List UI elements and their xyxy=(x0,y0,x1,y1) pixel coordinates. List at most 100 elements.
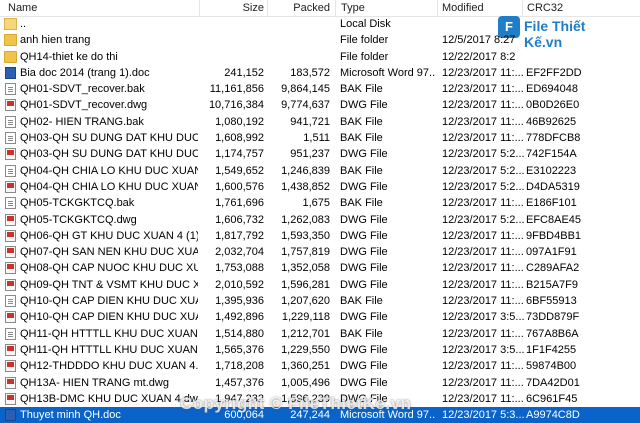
file-row[interactable]: QH11-QH HTTTLL KHU DUC XUAN 4. 1,565,376 1… xyxy=(0,342,640,358)
file-name: QH03-QH SU DUNG DAT KHU DUC X... xyxy=(20,132,198,145)
file-row[interactable]: QH04-QH CHIA LO KHU DUC XUAN 4... 1,549,6… xyxy=(0,163,640,179)
file-modified: 12/23/2017 11:... xyxy=(442,376,524,389)
file-crc: 7DA42D01 xyxy=(526,376,580,389)
file-packed: 1,757,819 xyxy=(281,246,330,259)
file-size: 241,152 xyxy=(224,66,264,79)
file-row[interactable]: anh hien trang File folder 12/5/2017 8:27 xyxy=(0,32,640,48)
file-type: DWG File xyxy=(340,343,388,356)
file-size xyxy=(200,49,264,65)
bak-file-icon xyxy=(5,115,16,128)
column-name[interactable]: Name xyxy=(8,0,37,16)
bak-file-icon xyxy=(5,197,16,210)
file-row[interactable]: QH07-QH SAN NEN KHU DUC XUAN ... 2,032,70… xyxy=(0,244,640,260)
file-type: DWG File xyxy=(340,180,388,193)
file-crc: 767A8B6A xyxy=(526,327,579,340)
file-size: 1,600,576 xyxy=(215,180,264,193)
file-row[interactable]: QH06-QH GT KHU DUC XUAN 4 (1).d 1,817,792… xyxy=(0,228,640,244)
file-packed: 1,212,701 xyxy=(281,327,330,340)
file-packed: 1,005,496 xyxy=(281,376,330,389)
file-crc: E3102223 xyxy=(526,164,577,177)
dwg-file-icon xyxy=(5,148,16,161)
file-packed: 1,352,058 xyxy=(281,262,330,275)
file-name: QH01-SDVT_recover.dwg xyxy=(20,99,148,112)
file-row[interactable]: QH02- HIEN TRANG.bak 1,080,192 941,721 BAK … xyxy=(0,114,640,130)
file-name: QH04-QH CHIA LO KHU DUC XUAN 4... xyxy=(20,180,198,193)
file-type: File folder xyxy=(340,50,389,63)
file-row[interactable]: QH05-TCKGKTCQ.dwg 1,606,732 1,262,083 DWG F… xyxy=(0,212,640,228)
file-size xyxy=(200,16,264,32)
file-packed: 183,572 xyxy=(290,66,330,79)
file-row[interactable]: QH03-QH SU DUNG DAT KHU DUC X... 1,608,99… xyxy=(0,130,640,146)
file-packed: 1,596,281 xyxy=(281,278,330,291)
file-name: QH13B-DMC KHU DUC XUAN 4.dwg xyxy=(20,392,198,405)
file-modified: 12/23/2017 3:5... xyxy=(442,343,524,356)
column-divider[interactable] xyxy=(437,0,438,16)
watermark: Copyright © FileThietKe.vn xyxy=(180,394,412,413)
column-divider[interactable] xyxy=(335,0,336,16)
file-list[interactable]: .. Local Disk anh hien trang File folder 12/… xyxy=(0,16,640,423)
file-packed xyxy=(268,49,330,65)
file-modified: 12/23/2017 11:... xyxy=(442,83,524,96)
file-row[interactable]: QH10-QH CAP DIEN KHU DUC XUAN ... 1,492,8… xyxy=(0,309,640,325)
file-row[interactable]: QH11-QH HTTTLL KHU DUC XUAN 4. 1,514,880 1… xyxy=(0,326,640,342)
file-crc xyxy=(526,49,598,65)
dwg-file-icon xyxy=(5,180,16,193)
file-row[interactable]: QH12-THDDDO KHU DUC XUAN 4.dwg 1,718,208 1… xyxy=(0,358,640,374)
file-size: 1,174,757 xyxy=(215,148,264,161)
file-modified: 12/23/2017 5:2... xyxy=(442,164,524,177)
file-crc: 9FBD4BB1 xyxy=(526,229,582,242)
file-name: QH14-thiet ke do thi xyxy=(20,50,118,63)
file-modified: 12/23/2017 11:... xyxy=(442,262,524,275)
file-packed: 1,229,118 xyxy=(281,311,330,324)
file-modified: 12/23/2017 3:5... xyxy=(442,311,524,324)
file-row[interactable]: QH01-SDVT_recover.bak 11,161,856 9,864,145… xyxy=(0,81,640,97)
column-modified[interactable]: Modified xyxy=(442,0,484,16)
file-modified: 12/23/2017 11:... xyxy=(442,246,524,259)
file-size: 1,608,992 xyxy=(215,132,264,145)
file-row[interactable]: QH13A- HIEN TRANG mt.dwg 1,457,376 1,005,4… xyxy=(0,375,640,391)
dwg-file-icon xyxy=(5,213,16,226)
file-type: Microsoft Word 97... xyxy=(340,66,435,79)
file-name: QH13A- HIEN TRANG mt.dwg xyxy=(20,376,169,389)
file-type: DWG File xyxy=(340,229,388,242)
file-row[interactable]: QH08-QH CAP NUOC KHU DUC XUAN... 1,753,08… xyxy=(0,260,640,276)
file-type: BAK File xyxy=(340,115,383,128)
file-row[interactable]: Bia doc 2014 (trang 1).doc 241,152 183,572… xyxy=(0,65,640,81)
file-size: 1,565,376 xyxy=(215,343,264,356)
file-name: QH10-QH CAP DIEN KHU DUC XUAN ... xyxy=(20,311,198,324)
file-size: 1,080,192 xyxy=(215,115,264,128)
file-type: DWG File xyxy=(340,311,388,324)
file-type: DWG File xyxy=(340,148,388,161)
file-row[interactable]: QH03-QH SU DUNG DAT KHU DUC X... 1,174,75… xyxy=(0,146,640,162)
file-crc: 6BF55913 xyxy=(526,295,577,308)
file-size: 1,549,652 xyxy=(215,164,264,177)
file-row[interactable]: QH14-thiet ke do thi File folder 12/22/201… xyxy=(0,49,640,65)
column-packed[interactable]: Packed xyxy=(268,0,330,16)
file-row[interactable]: QH01-SDVT_recover.dwg 10,716,384 9,774,637… xyxy=(0,97,640,113)
file-row[interactable]: QH05-TCKGKTCQ.bak 1,761,696 1,675 BAK File 1… xyxy=(0,195,640,211)
file-size: 1,395,936 xyxy=(215,295,264,308)
file-type: DWG File xyxy=(340,360,388,373)
file-name: QH11-QH HTTTLL KHU DUC XUAN 4. xyxy=(20,343,198,356)
file-packed: 941,721 xyxy=(290,115,330,128)
word-doc-icon xyxy=(5,66,16,79)
file-name: anh hien trang xyxy=(20,34,91,47)
bak-file-icon xyxy=(5,327,16,340)
file-row[interactable]: QH09-QH TNT & VSMT KHU DUC XU... 2,010,59… xyxy=(0,277,640,293)
file-crc: 73DD879F xyxy=(526,311,580,324)
file-name: QH01-SDVT_recover.bak xyxy=(20,83,145,96)
column-size[interactable]: Size xyxy=(200,0,264,16)
file-row[interactable]: QH04-QH CHIA LO KHU DUC XUAN 4... 1,600,5… xyxy=(0,179,640,195)
file-crc: C289AFA2 xyxy=(526,262,580,275)
file-name: QH08-QH CAP NUOC KHU DUC XUAN... xyxy=(20,262,198,275)
file-modified: 12/23/2017 5:3... xyxy=(442,409,524,422)
file-packed: 9,864,145 xyxy=(281,83,330,96)
column-type[interactable]: Type xyxy=(341,0,365,16)
file-name: .. xyxy=(20,18,27,30)
file-modified: 12/23/2017 5:2... xyxy=(442,180,524,193)
file-size: 10,716,384 xyxy=(208,99,264,112)
file-row[interactable]: .. Local Disk xyxy=(0,16,640,32)
file-name: QH09-QH TNT & VSMT KHU DUC XU... xyxy=(20,278,198,291)
file-size: 11,161,856 xyxy=(209,83,264,96)
file-row[interactable]: QH10-QH CAP DIEN KHU DUC XUAN ... 1,395,9… xyxy=(0,293,640,309)
